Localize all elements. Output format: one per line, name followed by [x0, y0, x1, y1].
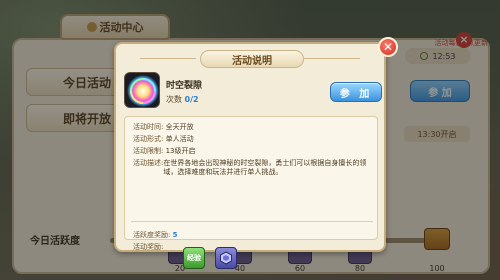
event-count-label: 次数 [166, 95, 182, 104]
gem-reward-item[interactable] [215, 247, 237, 269]
detail-limit: 活动限制: 13级开启 [133, 147, 196, 156]
event-details-box: 活动时间: 全天开放 活动形式: 单人活动 活动限制: 13级开启 活动描述: … [124, 116, 378, 269]
modal-close-button[interactable]: ✕ [378, 37, 398, 57]
detail-limit-label: 活动限制: [133, 147, 164, 155]
item-reward-label: 活动奖励: [133, 243, 164, 251]
event-name: 时空裂隙 [166, 81, 203, 91]
detail-limit-value: 13级开启 [165, 147, 196, 155]
detail-time-label: 活动时间: [133, 123, 164, 131]
detail-desc-label: 活动描述: [133, 159, 164, 167]
close-icon: ✕ [382, 40, 394, 54]
detail-description: 活动描述: 在世界各地会出现神秘的时空裂隙，勇士们可以根据自身擅长的领域，选择难… [133, 159, 369, 177]
points-reward-value: 5 [172, 231, 178, 239]
exp-reward-label: 经验 [187, 254, 201, 262]
points-reward-row: 活跃度奖励: 5 [133, 231, 177, 240]
detail-desc-value: 在世界各地会出现神秘的时空裂隙，勇士们可以根据自身擅长的领域，选择难度和玩法并进… [163, 159, 367, 176]
exp-reward-item[interactable]: 经验 [183, 247, 205, 269]
title-divider-right [304, 58, 360, 59]
activity-info-modal: 活动说明 ✕ 时空裂隙 次数 0/2 参 加 活动时间: 全天开放 活动形式: … [114, 37, 398, 269]
vortex-icon [124, 72, 160, 108]
item-reward-row: 活动奖励: [133, 243, 163, 252]
event-count: 次数 0/2 [166, 94, 199, 105]
title-divider-left [140, 58, 196, 59]
detail-form-label: 活动形式: [133, 135, 164, 143]
detail-time: 活动时间: 全天开放 [133, 123, 194, 132]
join-button[interactable]: 参 加 [330, 82, 382, 102]
event-count-value: 0/2 [184, 95, 199, 104]
hexagon-gem-icon [220, 251, 232, 265]
points-reward-label: 活跃度奖励: [133, 231, 171, 239]
modal-title: 活动说明 [200, 50, 304, 68]
detail-form-value: 单人活动 [165, 135, 194, 143]
details-divider [131, 221, 373, 222]
detail-form: 活动形式: 单人活动 [133, 135, 194, 144]
detail-time-value: 全天开放 [165, 123, 194, 131]
